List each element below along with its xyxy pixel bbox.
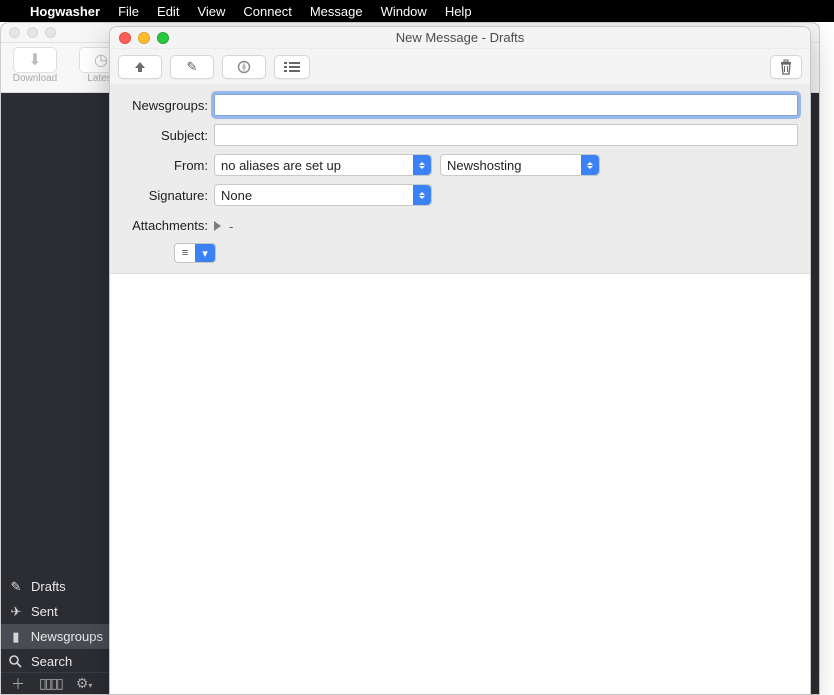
sidebar-item-sent[interactable]: ✈ Sent [1, 599, 111, 624]
sidebar-item-search[interactable]: Search [1, 649, 111, 674]
sidebar-footer: ＋ ▯▯▯▯ ⚙▾ [1, 672, 111, 694]
format-segmented-control[interactable]: ≡ ▾ [174, 243, 216, 263]
sidebar-item-label: Sent [31, 604, 58, 619]
menu-view[interactable]: View [197, 4, 225, 19]
pencil-icon: ✎ [187, 59, 198, 75]
from-server-value: Newshosting [447, 158, 521, 173]
sidebar-item-label: Drafts [31, 579, 66, 594]
from-server-select[interactable]: Newshosting [440, 154, 600, 176]
newsgroups-label: Newsgroups: [118, 98, 214, 113]
compose-titlebar: New Message - Drafts [110, 27, 810, 49]
message-body-textarea[interactable] [110, 274, 810, 695]
up-arrow-icon [133, 60, 147, 74]
download-label: Download [13, 73, 57, 84]
delete-button[interactable] [770, 55, 802, 79]
close-icon[interactable] [119, 32, 131, 44]
list-icon [284, 61, 300, 73]
format-option-lines-icon[interactable]: ≡ [175, 244, 195, 262]
gear-icon[interactable]: ⚙▾ [76, 675, 93, 692]
minimize-icon[interactable] [27, 27, 38, 38]
message-headers: Newsgroups: Subject: From: no aliases ar… [110, 85, 810, 274]
menu-edit[interactable]: Edit [157, 4, 179, 19]
activity-icon[interactable]: ▯▯▯▯ [39, 675, 62, 692]
signature-label: Signature: [118, 188, 214, 203]
format-option-dropdown-icon[interactable]: ▾ [195, 244, 215, 262]
system-menubar: Hogwasher File Edit View Connect Message… [0, 0, 834, 22]
subject-input[interactable] [214, 124, 798, 146]
sidebar-item-newsgroups[interactable]: ▮ Newsgroups [1, 624, 111, 649]
list-toggle-button[interactable] [274, 55, 310, 79]
download-button[interactable]: ⬇ Download [5, 47, 65, 84]
chevron-updown-icon [581, 155, 599, 175]
from-alias-value: no aliases are set up [221, 158, 341, 173]
attachments-label: Attachments: [118, 218, 214, 233]
minimize-icon[interactable] [138, 32, 150, 44]
compass-button[interactable] [222, 55, 266, 79]
add-button[interactable]: ＋ [11, 674, 25, 694]
chevron-updown-icon [413, 155, 431, 175]
pencil-icon: ✎ [9, 579, 23, 595]
trash-icon [779, 59, 793, 75]
from-alias-select[interactable]: no aliases are set up [214, 154, 432, 176]
zoom-icon[interactable] [157, 32, 169, 44]
search-icon [9, 655, 23, 668]
send-button[interactable] [118, 55, 162, 79]
signature-select[interactable]: None [214, 184, 432, 206]
subject-label: Subject: [118, 128, 214, 143]
sidebar-item-drafts[interactable]: ✎ Drafts [1, 574, 111, 599]
download-icon: ⬇ [28, 50, 41, 70]
menu-help[interactable]: Help [445, 4, 472, 19]
menu-message[interactable]: Message [310, 4, 363, 19]
attachments-indicator: - [229, 219, 233, 234]
menu-connect[interactable]: Connect [243, 4, 291, 19]
sidebar-item-label: Newsgroups [31, 629, 103, 644]
app-menu[interactable]: Hogwasher [30, 4, 100, 19]
menu-file[interactable]: File [118, 4, 139, 19]
newsgroups-input[interactable] [214, 94, 798, 116]
compass-icon [237, 60, 251, 74]
compose-toolbar: ✎ [110, 49, 810, 85]
edit-button[interactable]: ✎ [170, 55, 214, 79]
compose-window: New Message - Drafts ✎ [109, 26, 811, 695]
paperplane-icon: ✈ [9, 604, 23, 620]
close-icon[interactable] [9, 27, 20, 38]
signature-value: None [221, 188, 252, 203]
disclosure-triangle-icon[interactable] [214, 221, 221, 231]
window-title: New Message - Drafts [110, 30, 810, 45]
menu-window[interactable]: Window [381, 4, 427, 19]
from-label: From: [118, 158, 214, 173]
clock-icon: ◷ [94, 50, 108, 70]
zoom-icon[interactable] [45, 27, 56, 38]
chevron-updown-icon [413, 185, 431, 205]
sidebar-item-label: Search [31, 654, 72, 669]
document-icon: ▮ [9, 629, 23, 645]
sidebar: ✎ Drafts ✈ Sent ▮ Newsgroups Search [1, 574, 111, 674]
